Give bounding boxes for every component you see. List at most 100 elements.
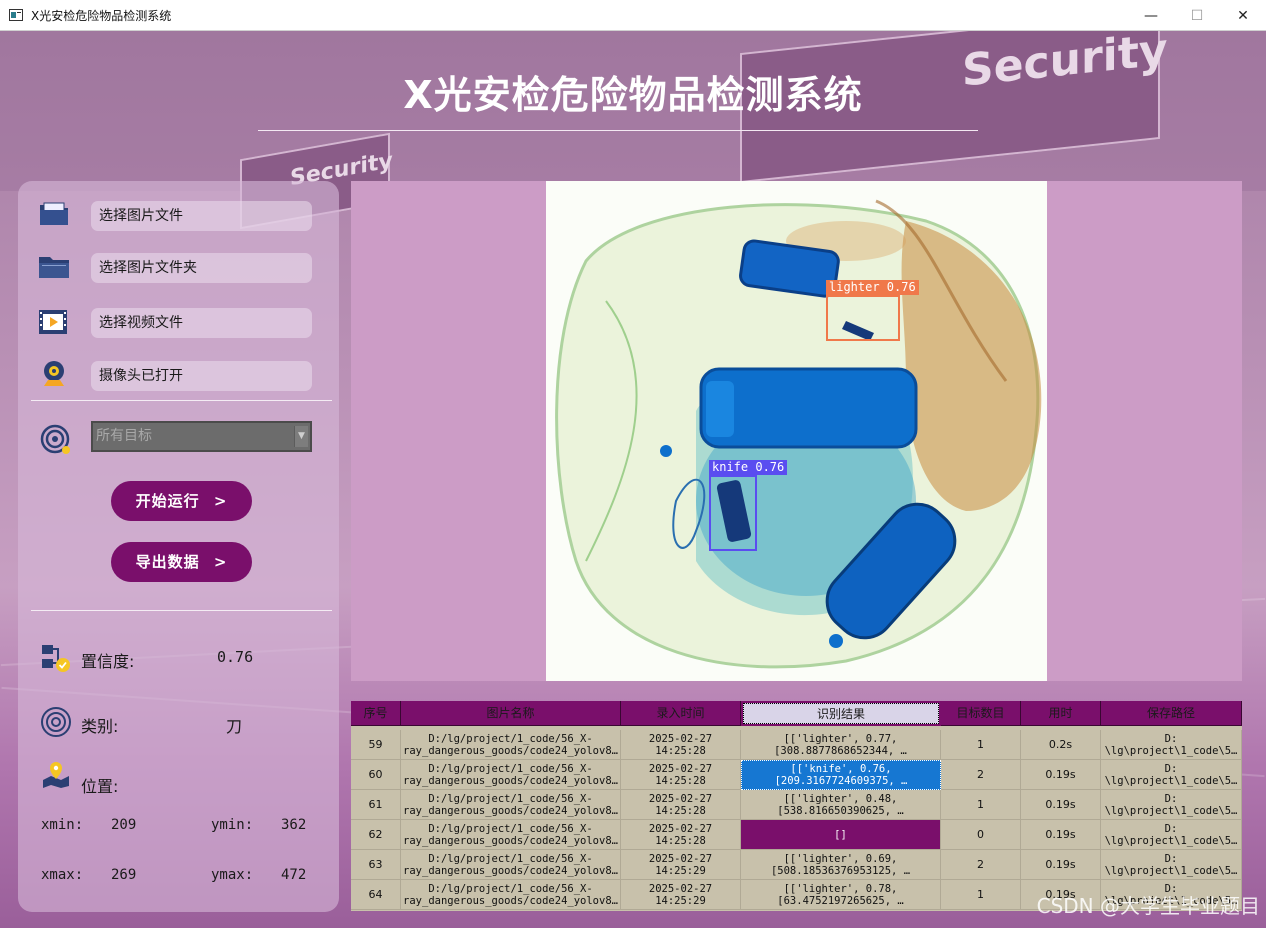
table-header: 序号 图片名称 录入时间 识别结果 目标数目 用时 保存路径 [351, 701, 1242, 726]
cell-result-line2: [508.18536376953125, … [770, 864, 911, 877]
cell-id-text: 59 [368, 738, 383, 751]
cell-time[interactable]: 2025-02-27 14:25:29 [621, 850, 741, 880]
cell-image-name-line1: D:/lg/project/1_code/56_X- [428, 732, 593, 745]
cell-save-path-line1: D: [1164, 762, 1178, 775]
table-row[interactable]: 61 D:/lg/project/1_code/56_X-ray_dangerou… [351, 790, 1242, 820]
export-data-button[interactable]: 导出数据 > [111, 542, 252, 582]
cell-time[interactable]: 2025-02-27 14:25:29 [621, 880, 741, 910]
select-image-folder-button[interactable]: 选择图片文件夹 [91, 253, 312, 283]
cell-time-line1: 2025-02-27 [648, 852, 713, 865]
cell-duration[interactable]: 0.19s [1021, 760, 1101, 790]
cell-result[interactable]: [['lighter', 0.78, [63.4752197265625, … [741, 880, 941, 910]
cell-time[interactable]: 2025-02-27 14:25:28 [621, 760, 741, 790]
cell-duration[interactable]: 0.19s [1021, 790, 1101, 820]
table-row[interactable]: 60 D:/lg/project/1_code/56_X-ray_dangerou… [351, 760, 1242, 790]
cell-result[interactable]: [['lighter', 0.69, [508.18536376953125, … [741, 850, 941, 880]
cell-result-line2: [63.4752197265625, … [777, 894, 904, 907]
cell-save-path[interactable]: D: \lg\project\1_code\5… [1101, 790, 1242, 820]
cell-count[interactable]: 1 [941, 730, 1021, 760]
header-image-name[interactable]: 图片名称 [401, 701, 621, 726]
cell-image-name[interactable]: D:/lg/project/1_code/56_X-ray_dangerous_… [401, 850, 621, 880]
cell-image-name[interactable]: D:/lg/project/1_code/56_X-ray_dangerous_… [401, 760, 621, 790]
xray-image: lighter 0.76 knife 0.76 [546, 181, 1047, 681]
cell-count[interactable]: 2 [941, 760, 1021, 790]
cell-image-name[interactable]: D:/lg/project/1_code/56_X-ray_dangerous_… [401, 790, 621, 820]
cell-count[interactable]: 1 [941, 880, 1021, 910]
cell-id[interactable]: 62 [351, 820, 401, 850]
table-row[interactable]: 59 D:/lg/project/1_code/56_X-ray_dangerou… [351, 730, 1242, 760]
cell-id-text: 61 [368, 798, 383, 811]
cell-save-path-line1: D: [1164, 822, 1178, 835]
app-icon [9, 9, 23, 21]
window-titlebar: X光安检危险物品检测系统 — ☐ ✕ [0, 0, 1266, 31]
category-icon [40, 706, 72, 742]
header-time[interactable]: 录入时间 [621, 701, 741, 726]
cell-image-name-line2: ray_dangerous_goods/code24_yolov8… [403, 864, 618, 877]
start-run-button[interactable]: 开始运行 > [111, 481, 252, 521]
chevron-right-icon: > [213, 553, 228, 571]
lighter-detection-label: lighter 0.76 [826, 280, 919, 295]
cell-duration-text: 0.19s [1045, 828, 1076, 841]
cell-time-line1: 2025-02-27 [648, 762, 713, 775]
cell-id[interactable]: 61 [351, 790, 401, 820]
xmax-label: xmax: [41, 867, 84, 883]
select-video-file-button[interactable]: 选择视频文件 [91, 308, 312, 338]
cell-duration[interactable]: 0.19s [1021, 820, 1101, 850]
cell-time[interactable]: 2025-02-27 14:25:28 [621, 790, 741, 820]
target-select[interactable]: 所有目标 ▼ [91, 421, 312, 452]
camera-toggle-button[interactable]: 摄像头已打开 [91, 361, 312, 391]
header-save-path[interactable]: 保存路径 [1101, 701, 1242, 726]
select-image-file-button[interactable]: 选择图片文件 [91, 201, 312, 231]
cell-image-name-line1: D:/lg/project/1_code/56_X- [428, 882, 593, 895]
cell-duration[interactable]: 0.2s [1021, 730, 1101, 760]
cell-image-name[interactable]: D:/lg/project/1_code/56_X-ray_dangerous_… [401, 820, 621, 850]
header-result[interactable]: 识别结果 [743, 703, 939, 724]
cell-id[interactable]: 64 [351, 880, 401, 910]
cell-result-line1: [] [834, 828, 847, 841]
cell-id[interactable]: 60 [351, 760, 401, 790]
cell-id[interactable]: 63 [351, 850, 401, 880]
cell-save-path[interactable]: D: \lg\project\1_code\5… [1101, 850, 1242, 880]
cell-time-line1: 2025-02-27 [648, 792, 713, 805]
chevron-down-icon[interactable]: ▼ [294, 426, 308, 447]
cell-time-line2: 14:25:29 [655, 894, 706, 907]
table-row[interactable]: 62 D:/lg/project/1_code/56_X-ray_dangerou… [351, 820, 1242, 850]
header-id[interactable]: 序号 [351, 701, 401, 726]
cell-time[interactable]: 2025-02-27 14:25:28 [621, 730, 741, 760]
cell-save-path[interactable]: D: \lg\project\1_code\5… [1101, 760, 1242, 790]
results-table[interactable]: 序号 图片名称 录入时间 识别结果 目标数目 用时 保存路径 59 D:/lg/p… [351, 701, 1242, 911]
cell-count[interactable]: 1 [941, 790, 1021, 820]
close-button[interactable]: ✕ [1220, 0, 1266, 31]
cell-result-line1: [['lighter', 0.69, [783, 852, 898, 865]
maximize-button[interactable]: ☐ [1174, 0, 1220, 31]
xray-scan-graphic [555, 199, 1042, 669]
cell-count[interactable]: 2 [941, 850, 1021, 880]
cell-result[interactable]: [['knife', 0.76, [209.3167724609375, … [741, 760, 941, 790]
cell-image-name-line2: ray_dangerous_goods/code24_yolov8… [403, 774, 618, 787]
title-divider [258, 130, 978, 131]
image-folder-icon[interactable] [38, 201, 70, 231]
cell-save-path[interactable]: D: \lg\project\1_code\5… [1101, 730, 1242, 760]
cell-result[interactable]: [['lighter', 0.77, [308.8877868652344, … [741, 730, 941, 760]
table-row[interactable]: 63 D:/lg/project/1_code/56_X-ray_dangerou… [351, 850, 1242, 880]
cell-result[interactable]: [['lighter', 0.48, [538.816650390625, … [741, 790, 941, 820]
target-icon [40, 424, 72, 460]
cell-duration[interactable]: 0.19s [1021, 850, 1101, 880]
cell-image-name[interactable]: D:/lg/project/1_code/56_X-ray_dangerous_… [401, 880, 621, 910]
minimize-button[interactable]: — [1128, 0, 1174, 31]
header-count[interactable]: 目标数目 [941, 701, 1021, 726]
cell-save-path-line2: \lg\project\1_code\5… [1104, 804, 1238, 817]
cell-save-path-line2: \lg\project\1_code\5… [1104, 774, 1238, 787]
cell-save-path[interactable]: D: \lg\project\1_code\5… [1101, 820, 1242, 850]
camera-icon[interactable] [40, 360, 68, 392]
cell-count[interactable]: 0 [941, 820, 1021, 850]
video-file-icon[interactable] [39, 310, 67, 338]
cell-result[interactable]: [] [741, 820, 941, 850]
cell-time[interactable]: 2025-02-27 14:25:28 [621, 820, 741, 850]
cell-image-name[interactable]: D:/lg/project/1_code/56_X-ray_dangerous_… [401, 730, 621, 760]
cell-save-path-line2: \lg\project\1_code\5… [1104, 744, 1238, 757]
cell-id[interactable]: 59 [351, 730, 401, 760]
folder-icon[interactable] [38, 254, 70, 284]
header-duration[interactable]: 用时 [1021, 701, 1101, 726]
export-data-label: 导出数据 [135, 553, 200, 571]
